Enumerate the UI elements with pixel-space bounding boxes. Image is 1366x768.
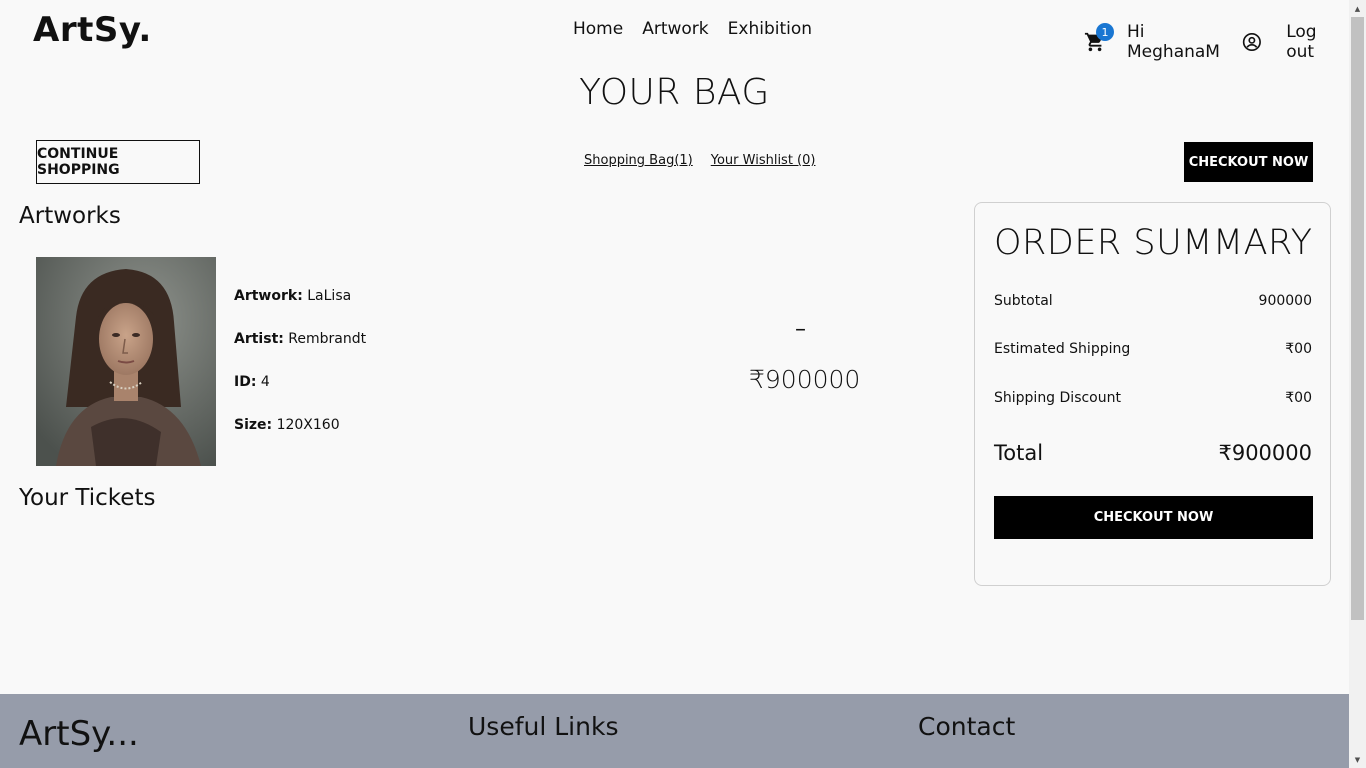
artwork-id-label: ID: [234, 374, 257, 390]
order-summary: ORDER SUMMARY Subtotal 900000 Estimated … [974, 202, 1331, 586]
artwork-name-label: Artwork: [234, 288, 303, 304]
checkout-now-button[interactable]: CHECKOUT NOW [994, 496, 1313, 539]
artist-label: Artist: [234, 331, 284, 347]
page-title: YOUR BAG [579, 72, 770, 113]
nav-home[interactable]: Home [573, 19, 623, 39]
subtotal-row: Subtotal 900000 [994, 293, 1312, 309]
artwork-id-value: 4 [256, 374, 270, 390]
artwork-details: Artwork: LaLisa Artist: Rembrandt ID: 4 … [234, 288, 366, 460]
total-row: Total ₹900000 [994, 441, 1312, 465]
artworks-heading: Artworks [19, 203, 121, 229]
footer-contact-heading: Contact [918, 712, 1016, 741]
shipping-row: Estimated Shipping ₹00 [994, 341, 1312, 357]
artist-row: Artist: Rembrandt [234, 331, 366, 374]
vertical-scrollbar[interactable]: ▲ ▼ [1349, 0, 1366, 768]
tickets-heading: Your Tickets [19, 485, 156, 511]
artwork-name-value: LaLisa [302, 288, 352, 304]
shipping-label: Estimated Shipping [994, 341, 1131, 357]
user-nav: 1 Hi MeghanaM Log out [1084, 22, 1349, 62]
discount-row: Shipping Discount ₹00 [994, 390, 1312, 406]
main-nav: Home Artwork Exhibition [573, 19, 812, 39]
tab-shopping-bag[interactable]: Shopping Bag(1) [584, 153, 693, 168]
cart-count-badge: 1 [1096, 23, 1114, 41]
artwork-size-value: 120X160 [272, 417, 340, 433]
shipping-value: ₹00 [1285, 341, 1312, 357]
brand-logo[interactable]: ArtSy. [33, 10, 152, 50]
logout-link[interactable]: Log out [1286, 22, 1349, 62]
artist-value: Rembrandt [283, 331, 367, 347]
subtotal-label: Subtotal [994, 293, 1053, 309]
artwork-image[interactable] [36, 257, 216, 466]
subtotal-value: 900000 [1258, 293, 1312, 309]
discount-label: Shipping Discount [994, 390, 1121, 406]
footer-logo: ArtSy... [19, 714, 139, 754]
portrait-painting [36, 257, 216, 466]
artwork-size-label: Size: [234, 417, 273, 433]
footer: ArtSy... Useful Links Contact [0, 694, 1349, 768]
continue-shopping-button[interactable]: CONTINUE SHOPPING [36, 140, 200, 184]
total-label: Total [994, 441, 1044, 465]
footer-useful-links-heading: Useful Links [468, 712, 619, 741]
nav-artwork[interactable]: Artwork [642, 19, 708, 39]
user-greeting: Hi MeghanaM [1127, 22, 1220, 62]
artwork-id-row: ID: 4 [234, 374, 366, 417]
cart-button[interactable]: 1 [1084, 23, 1114, 53]
order-summary-title: ORDER SUMMARY [994, 223, 1313, 263]
checkout-now-button-top[interactable]: CHECKOUT NOW [1184, 142, 1313, 182]
nav-exhibition[interactable]: Exhibition [728, 19, 812, 39]
discount-value: ₹00 [1285, 390, 1312, 406]
total-value: ₹900000 [1218, 441, 1312, 465]
page: ArtSy. Home Artwork Exhibition 1 Hi Megh… [0, 0, 1349, 768]
artwork-name-row: Artwork: LaLisa [234, 288, 366, 331]
scroll-thumb[interactable] [1351, 17, 1364, 620]
artwork-price: ₹900000 [749, 365, 861, 394]
quantity-decrease-button[interactable]: – [795, 317, 806, 342]
scroll-down-arrow-icon[interactable]: ▼ [1349, 751, 1366, 768]
tab-wishlist[interactable]: Your Wishlist (0) [711, 153, 816, 168]
artwork-size-row: Size: 120X160 [234, 417, 366, 460]
scroll-up-arrow-icon[interactable]: ▲ [1349, 0, 1366, 17]
account-circle-icon[interactable] [1242, 32, 1262, 52]
bag-tabs: Shopping Bag(1) Your Wishlist (0) [584, 153, 815, 168]
